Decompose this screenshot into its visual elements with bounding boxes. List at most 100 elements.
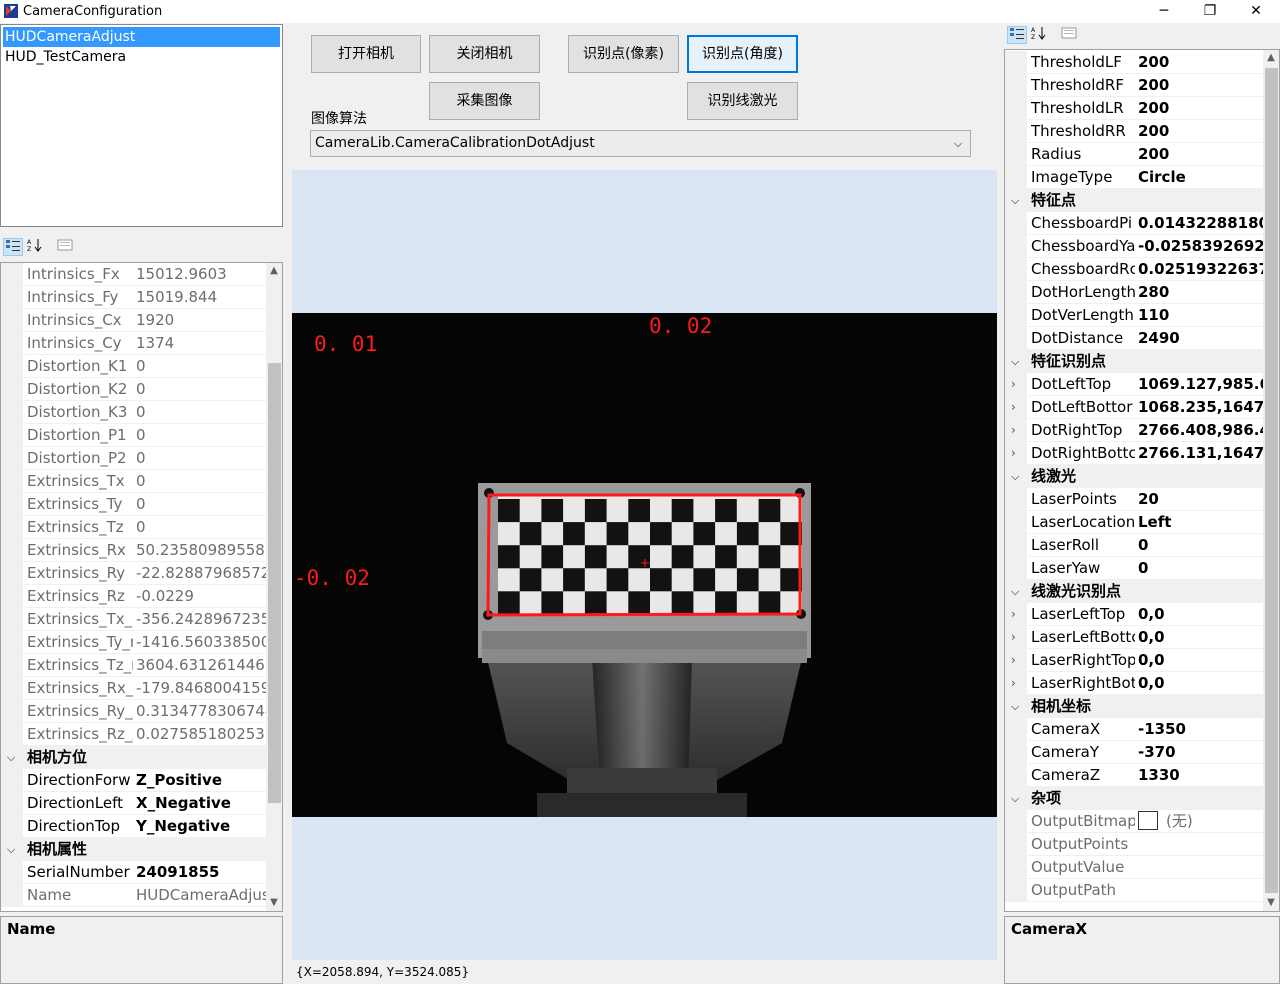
property-row-extrinsics-ry[interactable]: Extrinsics_Ry-22.8288796857266 (1, 562, 269, 585)
property-row-cameraz[interactable]: CameraZ 1330 (1005, 764, 1266, 787)
property-value[interactable]: 200 (1135, 74, 1266, 96)
property-value[interactable]: 1068.235,1647.86 (1135, 396, 1266, 418)
property-category[interactable]: ⌵ 相机属性 (1, 838, 266, 861)
property-category[interactable]: ⌵ 线激光 (1005, 465, 1263, 488)
property-value[interactable]: 1330 (1135, 764, 1266, 786)
chevron-down-icon[interactable]: ⌵ (7, 838, 15, 861)
property-value[interactable]: 2766.131,1647.11 (1135, 442, 1266, 464)
property-row-extrinsics-rx[interactable]: Extrinsics_Rx_/-179.846800415954 (1, 677, 269, 700)
property-row-chessboardya[interactable]: ChessboardYa-0.025839269267 (1005, 235, 1266, 258)
camera-image[interactable]: 0. 01 0. 02 -0. 02 (292, 313, 997, 817)
property-row-extrinsics-tz[interactable]: Extrinsics_Tz 0 (1, 516, 269, 539)
property-value[interactable]: 0 (133, 470, 269, 492)
open-camera-button[interactable]: 打开相机 (311, 35, 421, 73)
chevron-down-icon[interactable]: ⌵ (1011, 350, 1019, 373)
property-row-dotleftbottor[interactable]: › DotLeftBottor1068.235,1647.86 (1005, 396, 1266, 419)
property-value[interactable]: 200 (1135, 51, 1266, 73)
property-row-outputpath[interactable]: OutputPath (1005, 879, 1266, 902)
property-value[interactable]: 200 (1135, 120, 1266, 142)
property-value[interactable]: 3604.631261446220 (133, 654, 269, 676)
property-value[interactable]: 0.0143228818047 (1135, 212, 1266, 234)
property-value[interactable]: -356.242896723520 (133, 608, 269, 630)
property-row-extrinsics-tx-r[interactable]: Extrinsics_Tx_r-356.242896723520 (1, 608, 269, 631)
camera-item-hud-testcamera[interactable]: HUD_TestCamera (3, 47, 280, 67)
left-grid-scroll-thumb[interactable] (268, 363, 281, 803)
close-button[interactable]: ✕ (1233, 0, 1279, 23)
property-value[interactable]: 0 (133, 516, 269, 538)
property-row-extrinsics-rx[interactable]: Extrinsics_Rx50.23580989558088 (1, 539, 269, 562)
property-value[interactable]: 0,0 (1135, 672, 1266, 694)
property-value[interactable]: -1350 (1135, 718, 1266, 740)
property-value[interactable]: 1069.127,985.670 (1135, 373, 1266, 395)
property-row-chessboardrc[interactable]: ChessboardRc0.0251932263704 (1005, 258, 1266, 281)
property-value[interactable]: 0.313477830674432 (133, 700, 269, 722)
chevron-down-icon[interactable]: ⌵ (1011, 580, 1019, 603)
minimize-button[interactable]: ─ (1141, 0, 1187, 23)
property-row-imagetype[interactable]: ImageType Circle (1005, 166, 1266, 189)
property-value[interactable]: 0 (1135, 534, 1266, 556)
property-row-laserlefttop[interactable]: › LaserLeftTop 0,0 (1005, 603, 1266, 626)
property-value[interactable]: 50.23580989558088 (133, 539, 269, 561)
property-row-directionleft[interactable]: DirectionLeft X_Negative (1, 792, 269, 815)
property-row-distortion-p2[interactable]: Distortion_P2 0 (1, 447, 269, 470)
property-value[interactable]: 110 (1135, 304, 1266, 326)
detect-pixel-button[interactable]: 识别点(像素) (568, 35, 679, 73)
property-row-dotdistance[interactable]: DotDistance 2490 (1005, 327, 1266, 350)
chevron-right-icon[interactable]: › (1011, 396, 1016, 418)
property-row-radius[interactable]: Radius 200 (1005, 143, 1266, 166)
property-category[interactable]: ⌵ 相机坐标 (1005, 695, 1263, 718)
property-row-extrinsics-tx[interactable]: Extrinsics_Tx 0 (1, 470, 269, 493)
chevron-right-icon[interactable]: › (1011, 419, 1016, 441)
property-row-laserroll[interactable]: LaserRoll 0 (1005, 534, 1266, 557)
property-value[interactable]: 0.027585180253249 (133, 723, 269, 745)
property-value[interactable]: 200 (1135, 97, 1266, 119)
property-value[interactable] (1135, 833, 1266, 855)
chevron-down-icon[interactable]: ⌵ (1011, 787, 1019, 810)
property-row-distortion-k2[interactable]: Distortion_K2 0 (1, 378, 269, 401)
categorized-view-icon[interactable] (3, 238, 23, 256)
property-row-outputbitmap[interactable]: OutputBitmap (无) (1005, 810, 1266, 833)
property-row-laserpoints[interactable]: LaserPoints 20 (1005, 488, 1266, 511)
property-category[interactable]: ⌵ 特征识别点 (1005, 350, 1263, 373)
property-value[interactable]: 0 (133, 378, 269, 400)
property-row-thresholdrr[interactable]: ThresholdRR 200 (1005, 120, 1266, 143)
property-value[interactable]: 20 (1135, 488, 1266, 510)
property-value[interactable]: 0,0 (1135, 649, 1266, 671)
chevron-right-icon[interactable]: › (1011, 373, 1016, 395)
property-value[interactable]: 0.0251932263704 (1135, 258, 1266, 280)
property-row-laserrighttop[interactable]: › LaserRightTop 0,0 (1005, 649, 1266, 672)
property-row-dothorlength[interactable]: DotHorLength 280 (1005, 281, 1266, 304)
property-row-extrinsics-ty-r[interactable]: Extrinsics_Ty_r-1416.56033850053 (1, 631, 269, 654)
property-value[interactable]: Z_Positive (133, 769, 269, 791)
property-row-thresholdlf[interactable]: ThresholdLF 200 (1005, 51, 1266, 74)
property-value[interactable]: Circle (1135, 166, 1266, 188)
property-pages-icon[interactable] (1059, 26, 1079, 44)
property-value[interactable]: 280 (1135, 281, 1266, 303)
property-row-distortion-k3[interactable]: Distortion_K3 0 (1, 401, 269, 424)
property-category[interactable]: ⌵ 相机方位 (1, 746, 266, 769)
property-row-extrinsics-tz-n[interactable]: Extrinsics_Tz_n3604.631261446220 (1, 654, 269, 677)
scroll-down-icon[interactable]: ▼ (266, 895, 282, 911)
property-value[interactable]: X_Negative (133, 792, 269, 814)
chevron-right-icon[interactable]: › (1011, 626, 1016, 648)
property-value[interactable]: -370 (1135, 741, 1266, 763)
property-value[interactable]: -22.8288796857266 (133, 562, 269, 584)
property-row-laserrightbot[interactable]: › LaserRightBot 0,0 (1005, 672, 1266, 695)
property-row-dotlefttop[interactable]: › DotLeftTop1069.127,985.670 (1005, 373, 1266, 396)
property-row-outputvalue[interactable]: OutputValue (1005, 856, 1266, 879)
camera-item-hudcameraadjust[interactable]: HUDCameraAdjust (3, 27, 280, 47)
right-grid-scrollbar[interactable]: ▲ ▼ (1263, 50, 1279, 911)
camera-list[interactable]: HUDCameraAdjust HUD_TestCamera (0, 24, 283, 227)
property-value[interactable]: 1920 (133, 309, 269, 331)
property-category[interactable]: ⌵ 特征点 (1005, 189, 1263, 212)
chevron-down-icon[interactable]: ⌵ (7, 746, 15, 769)
property-value[interactable]: 15012.9603 (133, 263, 269, 285)
property-row-distortion-p1[interactable]: Distortion_P1 0 (1, 424, 269, 447)
property-value[interactable]: 2490 (1135, 327, 1266, 349)
property-row-intrinsics-cx[interactable]: Intrinsics_Cx 1920 (1, 309, 269, 332)
property-row-directionforw[interactable]: DirectionForw Z_Positive (1, 769, 269, 792)
alphabetical-sort-icon[interactable]: AZ (25, 238, 45, 256)
property-pages-icon[interactable] (55, 238, 75, 256)
property-row-intrinsics-fx[interactable]: Intrinsics_Fx 15012.9603 (1, 263, 269, 286)
property-value[interactable]: 1374 (133, 332, 269, 354)
